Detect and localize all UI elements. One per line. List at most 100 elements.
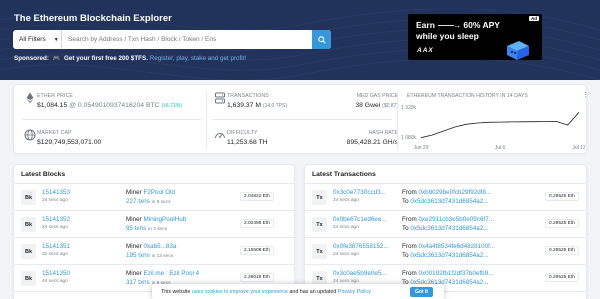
transaction-row: Tx 0x0be67c1ed6ee... 24 secs ago From 0xe29…	[305, 211, 586, 238]
gas-price-value-line[interactable]: 38 Gwei ($0.87)	[355, 102, 398, 109]
cookie-banner: This website uses cookies to improve you…	[152, 284, 444, 299]
miner-link[interactable]: 0xab5...83a	[144, 243, 177, 250]
latest-transactions-title: Latest Transactions	[305, 165, 586, 184]
cookie-policy-link[interactable]: uses cookies to improve your experience	[192, 289, 288, 295]
difficulty-label: DIFFICULTY	[227, 130, 258, 136]
transaction-badge: Tx	[312, 217, 327, 232]
from-label: From	[402, 216, 417, 223]
transaction-from-line: From 0x00192fb1f2df37b0efb9...	[402, 270, 493, 277]
transaction-amount: 0.29525 Eth	[545, 192, 579, 201]
sponsor-link[interactable]: Register, play, stake and get profit!	[150, 55, 247, 62]
hashrate-label: HASH RATE	[368, 130, 398, 136]
ad-banner[interactable]: Earn ——→ 60% APY while you sleep AAX Ad	[408, 14, 542, 60]
market-cap-label: MARKET CAP	[37, 130, 72, 136]
miner-label: Miner	[126, 189, 142, 196]
x-tick-label: Jul 13	[572, 145, 585, 151]
ad-logo: AAX	[417, 47, 434, 54]
transaction-badge: Tx	[312, 244, 327, 259]
transaction-hash-link[interactable]: 0x0be67c1ed6ee...	[333, 216, 387, 223]
from-address-link[interactable]: 0x00192fb1f2df37b0efb9...	[418, 270, 493, 277]
gas-price-value: 38 Gwei	[355, 102, 381, 109]
from-address-link[interactable]: 0xb9029be0fcb29f92df8...	[418, 189, 491, 196]
block-txns-link[interactable]: 317 txns	[126, 279, 150, 286]
header-banner: The Ethereum Blockchain Explorer All Fil…	[0, 0, 600, 80]
search-button[interactable]	[312, 30, 331, 49]
to-address-link[interactable]: 0x5dc3613d7431d6854a2...	[410, 225, 488, 232]
block-number-link[interactable]: 15141353	[42, 189, 70, 196]
block-age: 32 secs ago	[42, 252, 68, 257]
to-label: To	[402, 252, 409, 259]
miner-link[interactable]: MiningPoolHub	[144, 216, 187, 223]
series-line	[420, 112, 580, 139]
miner-label: Miner	[126, 243, 142, 250]
block-txns-time: in 3 secs	[148, 227, 167, 232]
ad-headline-end: 60% APY	[463, 20, 500, 30]
hashrate-value: 895,428.21 GH/s	[346, 139, 398, 146]
cookie-text-1: This website	[161, 289, 191, 295]
block-reward: 2.02498 Eth	[240, 219, 274, 228]
miner-link[interactable]: F2Pool Old	[144, 189, 176, 196]
gas-price-label: MED GAS PRICE	[356, 93, 398, 99]
difficulty-value[interactable]: 11,253.68 TH	[227, 139, 268, 146]
chart-title: ETHEREUM TRANSACTION HISTORY IN 14 DAYS	[407, 93, 528, 99]
ethereum-icon	[26, 92, 34, 104]
arrow-right-icon: ——→	[437, 20, 461, 30]
to-address-link[interactable]: 0x5dc3613d7431d6854a2...	[410, 252, 488, 259]
miner-link[interactable]: Ezil.me : Ezil Pool 4	[144, 270, 200, 277]
filter-dropdown[interactable]: All Filters ▼	[13, 30, 62, 49]
transaction-row: Tx 0x0fe3876558152... 24 secs ago From 0x4a…	[305, 238, 586, 265]
transactions-value-line: 1,639.37 M (14.0 TPS)	[227, 102, 287, 109]
got-it-button[interactable]: Got It	[410, 287, 433, 297]
block-number-link[interactable]: 15141350	[42, 270, 70, 277]
gas-price-usd: ($0.87)	[382, 103, 398, 109]
x-tick-label: Jul 6	[495, 145, 506, 151]
y-tick-label: 1 080k	[401, 135, 417, 141]
more-vertical-icon[interactable]: ⋮	[582, 91, 589, 99]
ether-price-value-line: $1,084.15 @ 0.0549010937416204 BTC (+5.7…	[37, 102, 182, 109]
transaction-amount: 0.29525 Eth	[545, 273, 579, 282]
transactions-value[interactable]: 1,639.37 M	[227, 102, 261, 109]
from-address-link[interactable]: 0xe2911cb3e5b0e09c6f7...	[418, 216, 494, 223]
to-address-link[interactable]: 0x5dc3613d7431d6854a2...	[410, 198, 488, 205]
privacy-policy-link[interactable]: Privacy Policy.	[338, 289, 372, 295]
block-miner-line: Miner 0xab5...83a	[126, 243, 176, 250]
block-badge: Bk	[21, 217, 36, 232]
block-row: Bk 15141353 24 secs ago Miner F2Pool Old 227…	[14, 184, 294, 211]
ether-price-value: $1,084.15	[37, 102, 68, 109]
search-input[interactable]	[62, 30, 312, 49]
transaction-badge: Tx	[312, 190, 327, 205]
transaction-from-line: From 0xb9029be0fcb29f92df8...	[402, 189, 491, 196]
block-badge: Bk	[21, 271, 36, 286]
block-number-link[interactable]: 15141351	[42, 243, 70, 250]
transaction-hash-link[interactable]: 0x3c0ae5b9e0e5...	[333, 270, 387, 277]
ad-headline-start: Earn	[416, 20, 435, 30]
from-address-link[interactable]: 0x4a4f8534fe6d4828100f...	[418, 243, 495, 250]
block-txns-link[interactable]: 227 txns	[126, 198, 150, 205]
transaction-amount: 0.29525 Eth	[545, 246, 579, 255]
block-txns-link[interactable]: 95 txns	[126, 225, 146, 232]
transaction-history-chart: 1 320k 1 080k Jun 29 Jul 6 Jul 13	[401, 105, 585, 151]
from-label: From	[402, 189, 417, 196]
block-row: Bk 15141351 32 secs ago Miner 0xab5...83a 19…	[14, 238, 294, 265]
transaction-from-line: From 0x4a4f8534fe6d4828100f...	[402, 243, 495, 250]
transaction-hash-link[interactable]: 0x3c0e7730ccd3...	[333, 189, 386, 196]
block-badge: Bk	[21, 190, 36, 205]
divider	[397, 91, 398, 149]
to-label: To	[402, 198, 409, 205]
sponsor-text: Get your first free 200 $TFS.	[63, 55, 148, 62]
stats-card: ETHER PRICE $1,084.15 @ 0.05490109374162…	[13, 84, 589, 154]
transaction-amount: 0.29525 Eth	[545, 219, 579, 228]
block-number-link[interactable]: 15141352	[42, 216, 70, 223]
y-tick-label: 1 320k	[401, 105, 417, 111]
transaction-age: 24 secs ago	[333, 252, 359, 257]
block-age: 44 secs ago	[42, 279, 68, 284]
transaction-hash-link[interactable]: 0x0fe3876558152...	[333, 243, 389, 250]
block-txns-line: 227 txns in 8 secs	[126, 198, 171, 205]
divider	[22, 119, 202, 120]
block-txns-link[interactable]: 195 txns	[126, 252, 150, 259]
ad-badge: Ad	[529, 16, 539, 21]
cube-mascot-icon	[507, 41, 529, 60]
game-icon: 🎮	[52, 56, 61, 62]
transactions-tps: (14.0 TPS)	[262, 103, 287, 109]
block-miner-line: Miner Ezil.me : Ezil Pool 4	[126, 270, 199, 277]
